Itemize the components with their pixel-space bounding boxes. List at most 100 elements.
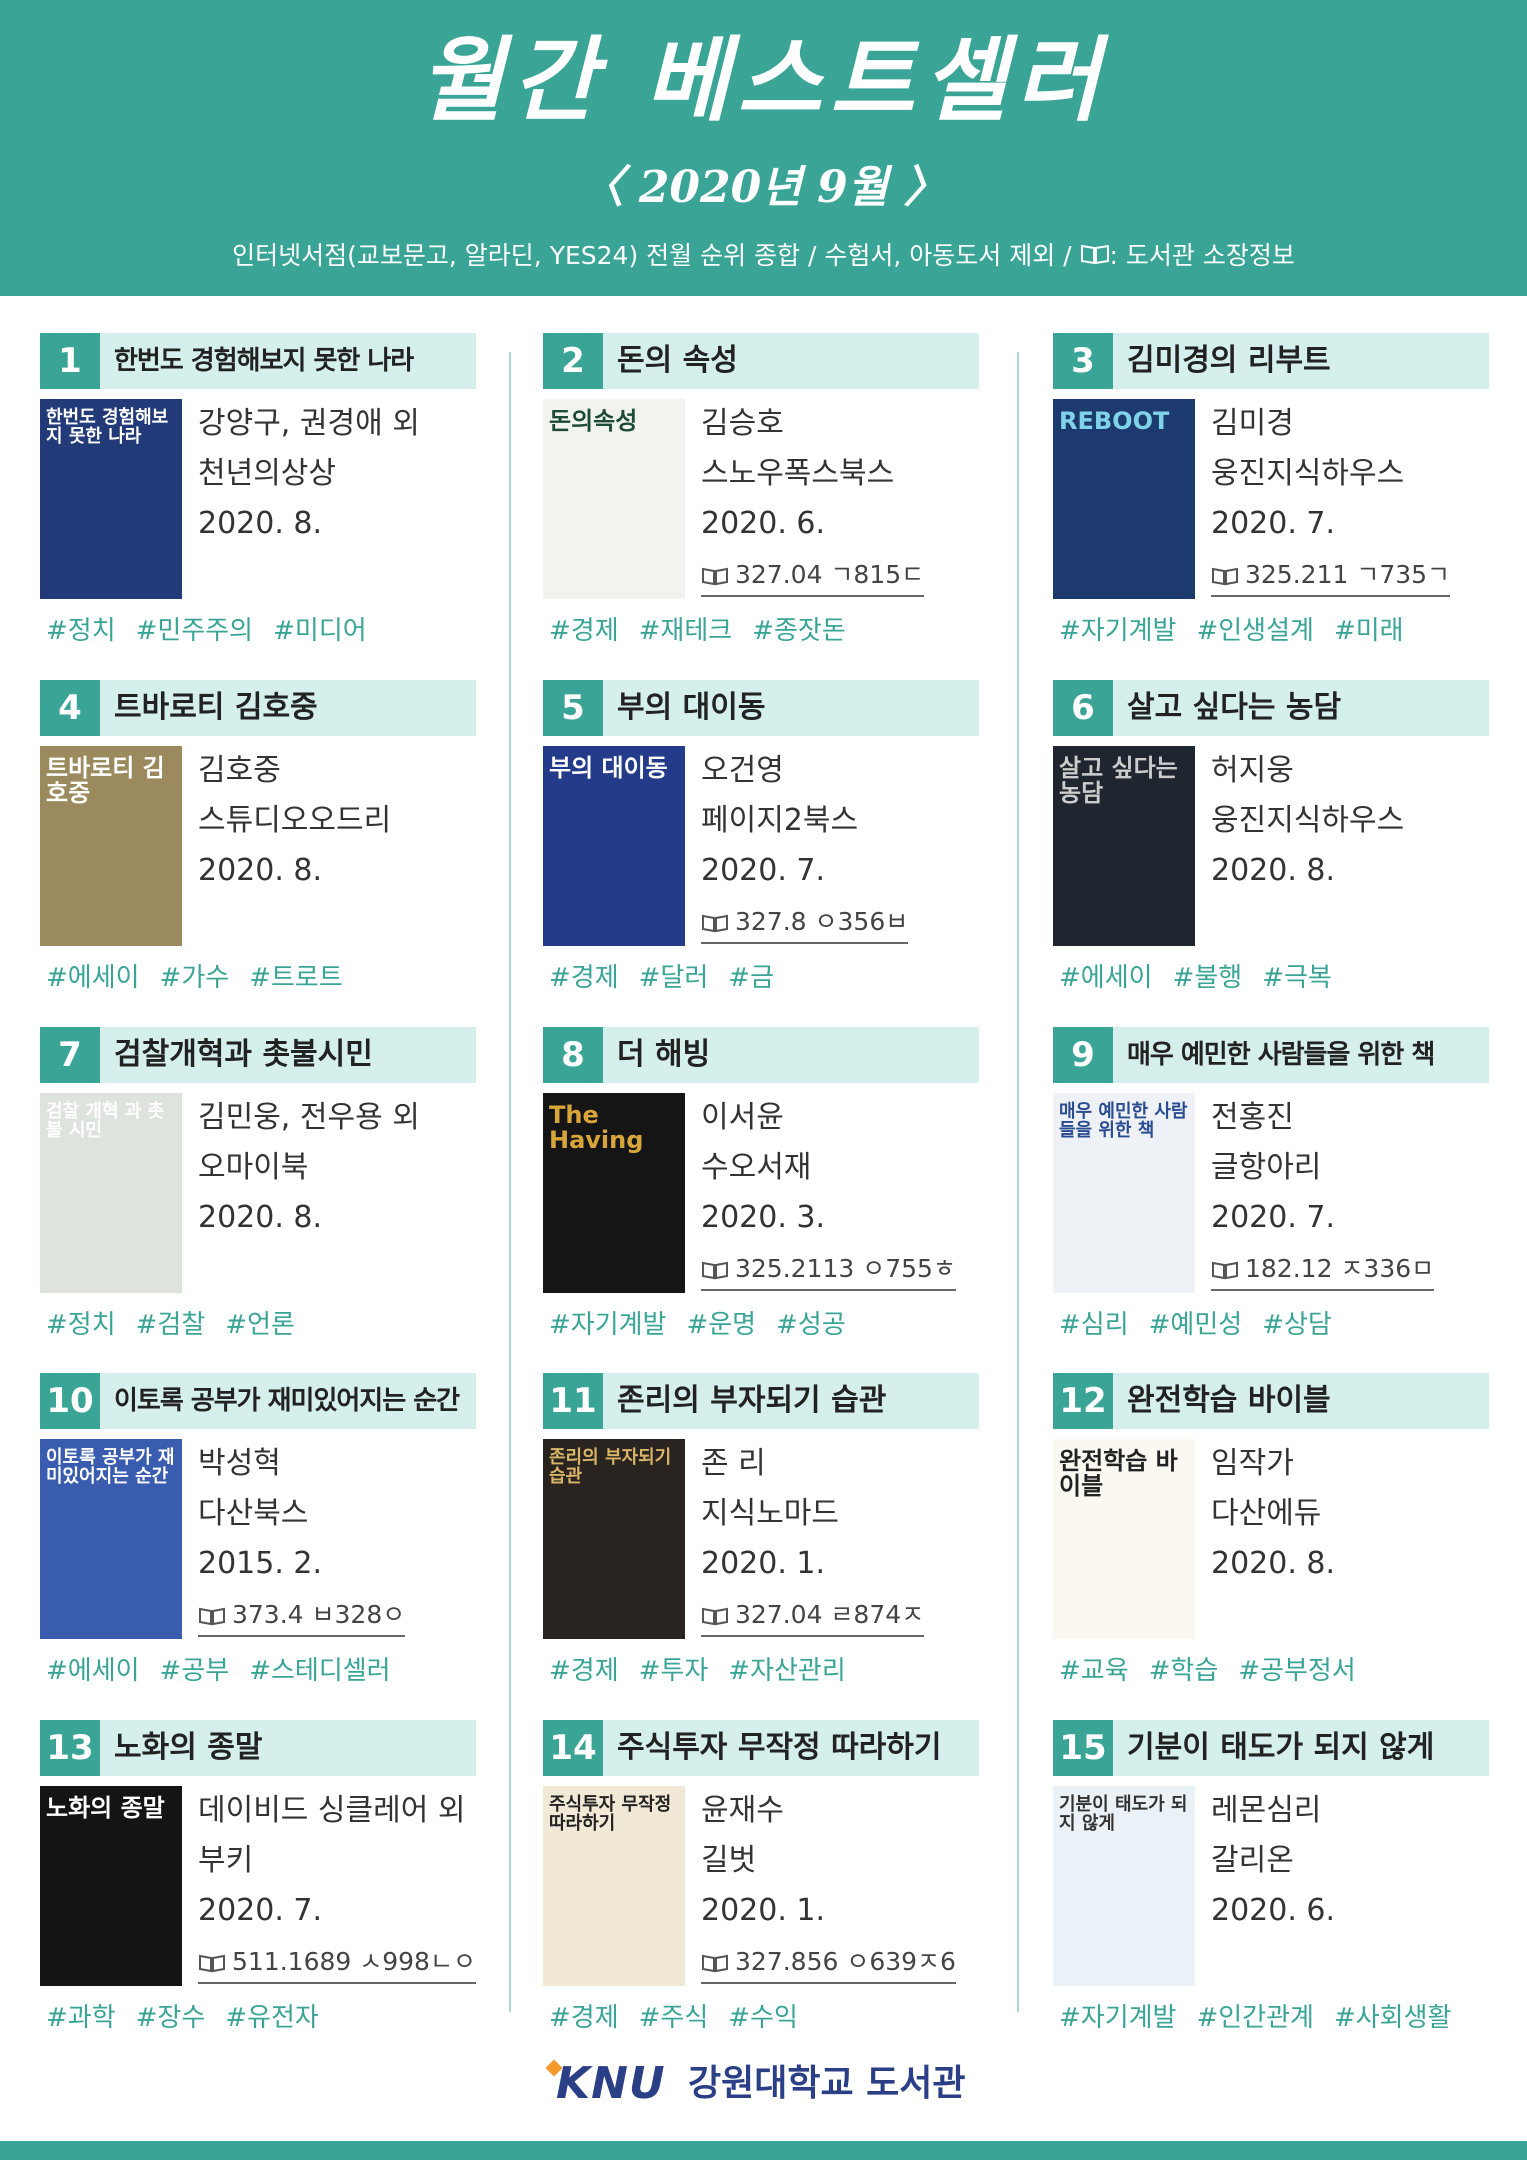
hashtag[interactable]: #자기계발 xyxy=(1059,616,1176,646)
call-number[interactable]: 511.1689 ㅅ998ㄴㅇ xyxy=(198,1942,476,1984)
hashtag[interactable]: #경제 xyxy=(549,616,619,646)
book-cover[interactable]: 노화의 종말 xyxy=(40,1786,182,1986)
hashtag[interactable]: #불행 xyxy=(1173,963,1243,993)
book-title[interactable]: 돈의 속성 xyxy=(617,333,973,389)
hashtag[interactable]: #성공 xyxy=(776,1310,846,1340)
book-card[interactable]: 15 기분이 태도가 되지 않게 기분이 태도가 되지 않게 레몬심리 갈리온 2020.… xyxy=(1053,1720,1489,2040)
book-title[interactable]: 김미경의 리부트 xyxy=(1127,333,1483,389)
hashtag[interactable]: #에세이 xyxy=(46,963,140,993)
hashtag[interactable]: #자산관리 xyxy=(728,1656,845,1686)
book-cover[interactable]: 주식투자 무작정 따라하기 xyxy=(543,1786,685,1986)
book-title[interactable]: 부의 대이동 xyxy=(617,680,973,736)
hashtag[interactable]: #민주주의 xyxy=(136,616,253,646)
book-card[interactable]: 10 이토록 공부가 재미있어지는 순간 이토록 공부가 재미있어지는 순간 박성혁 다… xyxy=(40,1373,476,1693)
hashtag[interactable]: #유전자 xyxy=(225,2003,319,2033)
book-title[interactable]: 트바로티 김호중 xyxy=(114,680,470,736)
hashtag[interactable]: #가수 xyxy=(160,963,230,993)
hashtag[interactable]: #극복 xyxy=(1262,963,1332,993)
hashtag[interactable]: #장수 xyxy=(136,2003,206,2033)
book-card[interactable]: 11 존리의 부자되기 습관 존리의 부자되기 습관 존 리 지식노마드 2020. 1.… xyxy=(543,1373,979,1693)
book-card[interactable]: 2 돈의 속성 돈의속성 김승호 스노우폭스북스 2020. 6. 327.04 ㄱ815ㄷ… xyxy=(543,333,979,653)
hashtag[interactable]: #달러 xyxy=(639,963,709,993)
hashtag[interactable]: #검찰 xyxy=(136,1310,206,1340)
hashtag[interactable]: #자기계발 xyxy=(549,1310,666,1340)
hashtag[interactable]: #심리 xyxy=(1059,1310,1129,1340)
book-card[interactable]: 7 검찰개혁과 촛불시민 검찰 개혁 과 촛불 시민 김민웅, 전우용 외 오마이북 20… xyxy=(40,1027,476,1347)
hashtag[interactable]: #학습 xyxy=(1149,1656,1219,1686)
hashtag[interactable]: #금 xyxy=(728,963,774,993)
book-cover[interactable]: 부의 대이동 xyxy=(543,746,685,946)
call-number[interactable]: 373.4 ㅂ328ㅇ xyxy=(198,1595,406,1637)
book-card[interactable]: 8더 해빙 The Having 이서윤 수오서재 2020. 3. 325.2113 ㅇ… xyxy=(543,1027,979,1347)
book-card[interactable]: 4 트바로티 김호중 트바로티 김호중 김호중 스튜디오오드리 2020. 8. #에세이 #… xyxy=(40,680,476,1000)
book-title[interactable]: 이토록 공부가 재미있어지는 순간 xyxy=(114,1373,470,1429)
call-number[interactable]: 327.04 ㄹ874ㅈ xyxy=(701,1595,925,1637)
book-title[interactable]: 더 해빙 xyxy=(617,1027,973,1083)
hashtag[interactable]: #트로트 xyxy=(249,963,343,993)
hashtag[interactable]: #미디어 xyxy=(273,616,367,646)
book-title[interactable]: 존리의 부자되기 습관 xyxy=(617,1373,973,1429)
book-title[interactable]: 매우 예민한 사람들을 위한 책 xyxy=(1127,1027,1483,1083)
hashtag[interactable]: #공부 xyxy=(160,1656,230,1686)
call-number[interactable]: 325.211 ㄱ735ㄱ xyxy=(1211,555,1451,597)
book-title[interactable]: 주식투자 무작정 따라하기 xyxy=(617,1720,973,1776)
book-card[interactable]: 6 살고 싶다는 농담 살고 싶다는 농담 허지웅 웅진지식하우스 2020. 8. #에세… xyxy=(1053,680,1489,1000)
book-card[interactable]: 13 노화의 종말 노화의 종말 데이비드 싱클레어 외 부키 2020. 7. 511.1… xyxy=(40,1720,476,2040)
call-number[interactable]: 182.12 ㅈ336ㅁ xyxy=(1211,1249,1435,1291)
hashtag[interactable]: #종잣돈 xyxy=(752,616,846,646)
hashtag[interactable]: #정치 xyxy=(46,616,116,646)
hashtag[interactable]: #정치 xyxy=(46,1310,116,1340)
hashtag[interactable]: #스테디셀러 xyxy=(249,1656,390,1686)
book-title[interactable]: 살고 싶다는 농담 xyxy=(1127,680,1483,736)
hashtag[interactable]: #경제 xyxy=(549,2003,619,2033)
call-number[interactable]: 327.04 ㄱ815ㄷ xyxy=(701,555,925,597)
hashtag[interactable]: #언론 xyxy=(225,1310,295,1340)
hashtag[interactable]: #경제 xyxy=(549,963,619,993)
hashtag[interactable]: #주식 xyxy=(639,2003,709,2033)
book-cover[interactable]: 검찰 개혁 과 촛불 시민 xyxy=(40,1093,182,1293)
book-card[interactable]: 5 부의 대이동 부의 대이동 오건영 페이지2북스 2020. 7. 327.8 ㅇ356… xyxy=(543,680,979,1000)
hashtag[interactable]: #교육 xyxy=(1059,1656,1129,1686)
book-card[interactable]: 14 주식투자 무작정 따라하기 주식투자 무작정 따라하기 윤재수 길벗 2020. 1… xyxy=(543,1720,979,2040)
hashtag[interactable]: #인간관계 xyxy=(1196,2003,1313,2033)
book-cover[interactable]: 살고 싶다는 농담 xyxy=(1053,746,1195,946)
hashtag[interactable]: #수익 xyxy=(728,2003,798,2033)
hashtag[interactable]: #투자 xyxy=(639,1656,709,1686)
hashtag[interactable]: #에세이 xyxy=(1059,963,1153,993)
hashtag[interactable]: #공부정서 xyxy=(1238,1656,1355,1686)
book-title[interactable]: 검찰개혁과 촛불시민 xyxy=(114,1027,470,1083)
hashtag[interactable]: #과학 xyxy=(46,2003,116,2033)
book-cover[interactable]: 존리의 부자되기 습관 xyxy=(543,1439,685,1639)
book-card[interactable]: 9 매우 예민한 사람들을 위한 책 매우 예민한 사람들을 위한 책 전홍진 글항아리… xyxy=(1053,1027,1489,1347)
hashtag[interactable]: #상담 xyxy=(1262,1310,1332,1340)
book-card[interactable]: 12 완전학습 바이블 완전학습 바이블 임작가 다산에듀 2020. 8. #교육 #학습 #… xyxy=(1053,1373,1489,1693)
book-cover[interactable]: 돈의속성 xyxy=(543,399,685,599)
book-card[interactable]: 1 한번도 경험해보지 못한 나라 한번도 경험해보지 못한 나라 강양구, 권경애 … xyxy=(40,333,476,653)
book-cover[interactable]: 기분이 태도가 되지 않게 xyxy=(1053,1786,1195,1986)
call-number[interactable]: 325.2113 ㅇ755ㅎ xyxy=(701,1249,956,1291)
book-title[interactable]: 한번도 경험해보지 못한 나라 xyxy=(114,333,470,389)
book-title[interactable]: 기분이 태도가 되지 않게 xyxy=(1127,1720,1483,1776)
book-cover[interactable]: 한번도 경험해보지 못한 나라 xyxy=(40,399,182,599)
book-cover[interactable]: 완전학습 바이블 xyxy=(1053,1439,1195,1639)
book-cover[interactable]: 매우 예민한 사람들을 위한 책 xyxy=(1053,1093,1195,1293)
book-title[interactable]: 노화의 종말 xyxy=(114,1720,470,1776)
call-number[interactable]: 327.8 ㅇ356ㅂ xyxy=(701,902,909,944)
library-logo[interactable]: KNU 강원대학교 도서관 xyxy=(545,2054,988,2114)
hashtag[interactable]: #미래 xyxy=(1334,616,1404,646)
book-cover[interactable]: REBOOT xyxy=(1053,399,1195,599)
hashtag[interactable]: #사회생활 xyxy=(1334,2003,1451,2033)
call-number[interactable]: 327.856 ㅇ639ㅈ6 xyxy=(701,1942,956,1984)
hashtag[interactable]: #자기계발 xyxy=(1059,2003,1176,2033)
hashtag[interactable]: #재테크 xyxy=(639,616,733,646)
hashtag[interactable]: #경제 xyxy=(549,1656,619,1686)
hashtag[interactable]: #인생설계 xyxy=(1196,616,1313,646)
book-cover[interactable]: The Having xyxy=(543,1093,685,1293)
book-cover[interactable]: 이토록 공부가 재미있어지는 순간 xyxy=(40,1439,182,1639)
book-cover[interactable]: 트바로티 김호중 xyxy=(40,746,182,946)
hashtag[interactable]: #운명 xyxy=(686,1310,756,1340)
hashtag[interactable]: #에세이 xyxy=(46,1656,140,1686)
hashtag[interactable]: #예민성 xyxy=(1149,1310,1243,1340)
book-title[interactable]: 완전학습 바이블 xyxy=(1127,1373,1483,1429)
book-card[interactable]: 3 김미경의 리부트 REBOOT 김미경 웅진지식하우스 2020. 7. 325.211… xyxy=(1053,333,1489,653)
